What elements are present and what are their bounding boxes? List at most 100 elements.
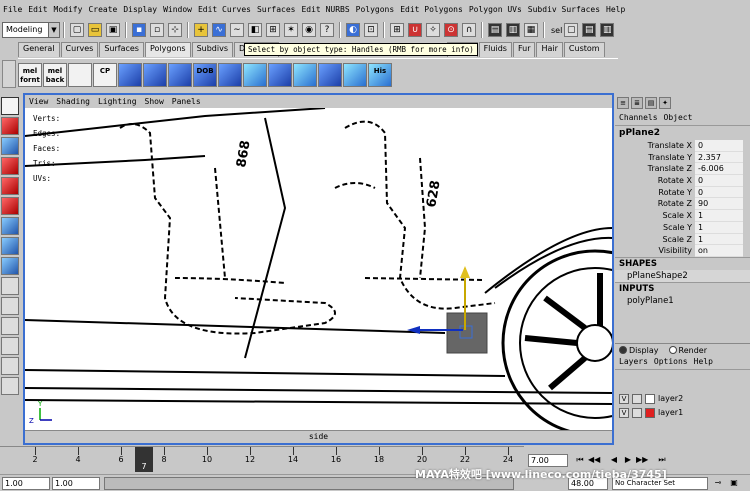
select-deformations-icon[interactable]: ⊞ — [266, 23, 280, 37]
shelf-tab-curves[interactable]: Curves — [60, 42, 99, 57]
layer-menu-layers[interactable]: Layers — [619, 357, 648, 369]
snap-grid-icon[interactable]: ⊞ — [390, 23, 404, 37]
menu-edit-curves[interactable]: Edit Curves — [195, 5, 254, 14]
select-misc-icon[interactable]: ? — [320, 23, 334, 37]
shelf-tab-subdivs[interactable]: Subdivs — [191, 42, 234, 57]
menu-display[interactable]: Display — [120, 5, 160, 14]
shelf-button-5[interactable] — [118, 62, 142, 87]
shelf-button-7[interactable] — [168, 62, 192, 87]
attribute-editor-icon[interactable]: ▤ — [645, 97, 657, 109]
render-icon[interactable]: ▤ — [488, 23, 502, 37]
shelf-button-12[interactable] — [293, 62, 317, 87]
viewport-menu-show[interactable]: Show — [141, 97, 168, 106]
attribute-value-field[interactable]: 90 — [695, 198, 743, 211]
play-back-icon[interactable]: ◀ — [608, 454, 620, 466]
layer-visibility-toggle[interactable]: V — [619, 393, 629, 404]
layer-visibility-toggle[interactable]: V — [619, 407, 629, 418]
menu-file[interactable]: File — [0, 5, 25, 14]
select-dynamics-icon[interactable]: ✶ — [284, 23, 298, 37]
shelf-tab-fluids[interactable]: Fluids — [478, 42, 512, 57]
open-scene-icon[interactable]: ▭ — [88, 23, 102, 37]
attribute-value-field[interactable]: 1 — [695, 221, 743, 234]
attribute-value-field[interactable]: 1 — [695, 233, 743, 246]
layer-name[interactable]: layer1 — [658, 408, 683, 417]
select-joints-icon[interactable]: ∿ — [212, 23, 226, 37]
display-radio[interactable]: Display — [619, 346, 659, 355]
attribute-row[interactable]: Rotate Y0 — [615, 186, 750, 199]
render-globals-icon[interactable]: ▦ — [524, 23, 538, 37]
attribute-row[interactable]: Scale Y1 — [615, 221, 750, 234]
start-range-field[interactable]: 1.00 — [52, 477, 100, 490]
attribute-value-field[interactable]: 0 — [695, 186, 743, 199]
select-component-icon[interactable]: ⊹ — [168, 23, 182, 37]
manipulator-tool-icon[interactable] — [1, 217, 19, 235]
save-scene-icon[interactable]: ▣ — [106, 23, 120, 37]
shelf-tab-hair[interactable]: Hair — [536, 42, 563, 57]
layer-row[interactable]: Vlayer2 — [615, 392, 750, 406]
shelf-button-11[interactable] — [268, 62, 292, 87]
auto-key-icon[interactable]: ⊸ — [712, 477, 724, 489]
attribute-row[interactable]: Visibility on — [615, 245, 750, 257]
shelf-tab-fur[interactable]: Fur — [512, 42, 536, 57]
highlight-selection-icon[interactable]: ⊡ — [364, 23, 378, 37]
menu-set-select[interactable]: Modeling ▼ — [2, 22, 60, 38]
go-to-end-icon[interactable]: ⏭ — [656, 454, 668, 466]
viewport-menu-shading[interactable]: Shading — [52, 97, 94, 106]
menu-edit-polygons[interactable]: Edit Polygons — [397, 5, 466, 14]
two-pane-layout-icon[interactable] — [1, 337, 19, 355]
shelf-button-15[interactable]: His — [368, 62, 392, 87]
attribute-row[interactable]: Rotate X0 — [615, 175, 750, 187]
attribute-value-field[interactable]: 1 — [695, 210, 743, 222]
attribute-value-field[interactable]: 0 — [695, 140, 743, 152]
soft-mod-tool-icon[interactable] — [1, 237, 19, 255]
attribute-row[interactable]: Scale X1 — [615, 210, 750, 222]
show-channel-box-icon[interactable]: ▥ — [600, 23, 615, 37]
rotate-tool-icon[interactable] — [1, 177, 19, 195]
menu-polygon-uvs[interactable]: Polygon UVs — [466, 5, 525, 14]
attribute-value-field[interactable]: 0 — [695, 175, 743, 187]
shelf-button-9[interactable] — [218, 62, 242, 87]
scene-view[interactable]: 868 628 Y Z — [25, 108, 612, 430]
step-forward-icon[interactable]: ▶▶ — [636, 454, 648, 466]
shelf-tab-surfaces[interactable]: Surfaces — [99, 42, 144, 57]
attribute-row[interactable]: Rotate Z 90 — [615, 198, 750, 211]
menu-window[interactable]: Window — [160, 5, 195, 14]
scale-tool-icon[interactable] — [1, 197, 19, 215]
single-pane-layout-icon[interactable] — [1, 297, 19, 315]
shelf-button-10[interactable] — [243, 62, 267, 87]
start-time-field[interactable]: 1.00 — [2, 477, 50, 490]
menu-surfaces[interactable]: Surfaces — [254, 5, 299, 14]
menu-polygons[interactable]: Polygons — [353, 5, 398, 14]
select-object-icon[interactable]: ▫ — [150, 23, 164, 37]
menu-edit-nurbs[interactable]: Edit NURBS — [298, 5, 352, 14]
chevron-down-icon[interactable]: ▼ — [48, 23, 59, 37]
shelf-button-1[interactable]: mel fornt — [18, 62, 42, 87]
snap-view-plane-icon[interactable]: ⊙ — [444, 23, 458, 37]
menu-create[interactable]: Create — [85, 5, 120, 14]
layer-menu-help[interactable]: Help — [694, 357, 713, 369]
preferences-icon[interactable]: ▣ — [728, 477, 740, 489]
move-tool-icon[interactable] — [1, 157, 19, 175]
paint-select-tool-icon[interactable] — [1, 137, 19, 155]
tool-settings-icon[interactable]: ✦ — [659, 97, 671, 109]
layer-name[interactable]: layer2 — [658, 394, 683, 403]
layer-editor-icon[interactable]: ≣ — [631, 97, 643, 109]
attribute-row[interactable]: Translate Z -6.006 — [615, 163, 750, 176]
layer-state-toggle[interactable] — [632, 407, 642, 418]
move-manipulator-y-arrow[interactable] — [460, 266, 470, 278]
render-radio[interactable]: Render — [668, 346, 707, 355]
current-frame-marker[interactable]: 7 — [135, 447, 153, 472]
select-handles-icon[interactable]: + — [194, 23, 208, 37]
viewport-menu-lighting[interactable]: Lighting — [94, 97, 141, 106]
layer-state-toggle[interactable] — [632, 393, 642, 404]
viewport-panel[interactable]: View Shading Lighting Show Panels 868 62… — [23, 93, 614, 445]
select-tool-icon[interactable] — [1, 97, 19, 115]
make-live-icon[interactable]: ∩ — [462, 23, 476, 37]
channel-box-icon[interactable]: ≡ — [617, 97, 629, 109]
step-back-icon[interactable]: ◀◀ — [588, 454, 600, 466]
shelf-button-14[interactable] — [343, 62, 367, 87]
snap-point-icon[interactable]: ✧ — [426, 23, 440, 37]
attribute-row[interactable]: Translate X0 — [615, 140, 750, 152]
shelf-tab-polygons[interactable]: Polygons — [144, 42, 191, 57]
split-polygon-tool-icon[interactable] — [1, 277, 19, 295]
